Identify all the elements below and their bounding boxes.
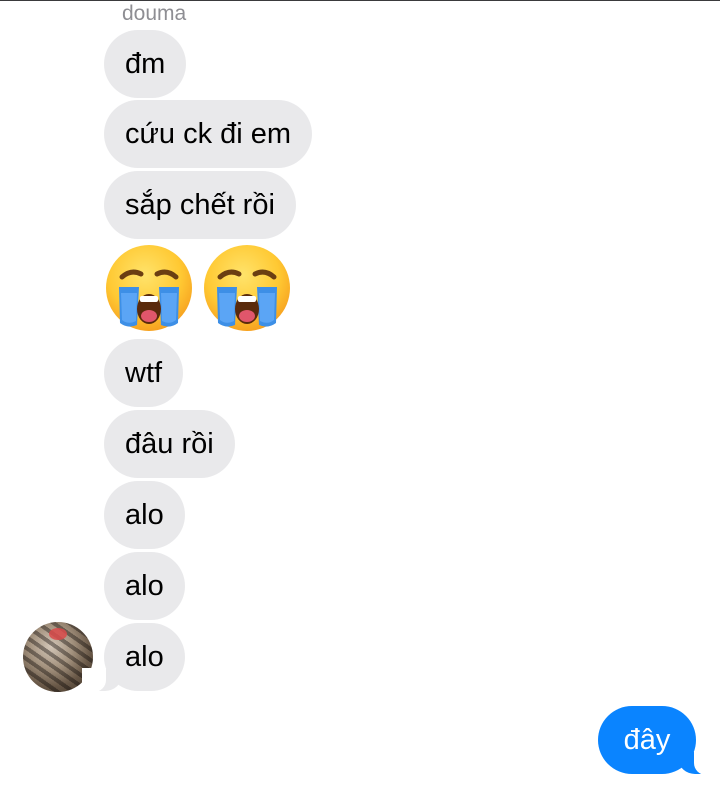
avatar-detail	[49, 628, 67, 640]
loudly-crying-face-icon	[204, 245, 290, 331]
loudly-crying-face-icon	[106, 245, 192, 331]
sender-name: douma	[122, 2, 187, 25]
incoming-message-bubble[interactable]: alo	[82, 623, 185, 692]
outgoing-message-bubble[interactable]: đây	[598, 706, 718, 775]
incoming-message-bubble[interactable]: đâu rồi	[104, 410, 235, 478]
incoming-message-bubble[interactable]: alo	[104, 552, 185, 620]
incoming-message-bubble[interactable]: alo	[104, 481, 185, 549]
top-divider	[0, 0, 720, 1]
incoming-message-bubble[interactable]: sắp chết rồi	[104, 171, 296, 239]
incoming-message-bubble[interactable]: cứu ck đi em	[104, 100, 313, 168]
emoji-message[interactable]	[104, 243, 292, 335]
incoming-message-bubble[interactable]: đm	[104, 30, 187, 98]
incoming-message-bubble[interactable]: wtf	[104, 339, 184, 407]
